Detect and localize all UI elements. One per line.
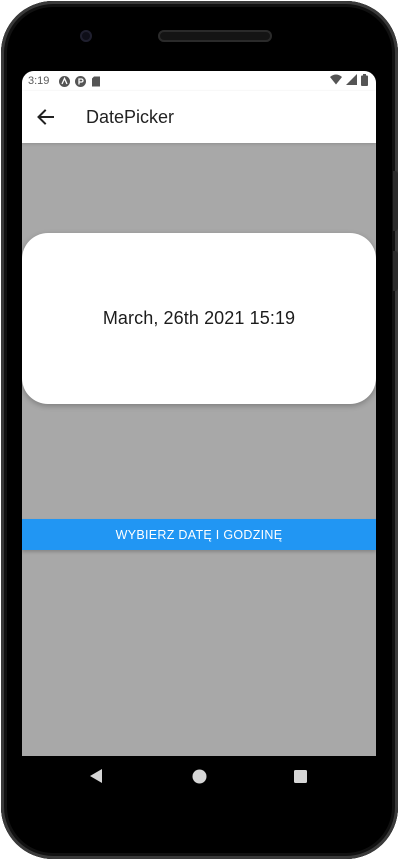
front-camera: [80, 30, 92, 42]
notification-a-icon: [59, 75, 71, 87]
cell-signal-icon: [346, 74, 357, 88]
navigation-bar: [22, 756, 376, 796]
notification-p-icon: [75, 75, 87, 87]
device-stage: 3:19 DatePicker March, 26th 2021 15:19 W…: [0, 0, 403, 863]
recents-square-icon[interactable]: [288, 764, 312, 788]
app-bar: DatePicker: [22, 91, 376, 143]
earpiece-speaker: [158, 30, 272, 42]
home-circle-icon[interactable]: [187, 764, 211, 788]
arrow-back-icon[interactable]: [35, 107, 55, 127]
volume-button: [393, 171, 398, 231]
date-card: March, 26th 2021 15:19: [22, 233, 376, 404]
pick-date-time-button-label: WYBIERZ DATĘ I GODZINĘ: [115, 527, 283, 542]
battery-icon: [361, 73, 368, 89]
wifi-icon: [330, 74, 342, 88]
page-title: DatePicker: [86, 106, 175, 127]
pick-date-time-button[interactable]: WYBIERZ DATĘ I GODZINĘ: [22, 519, 376, 550]
screen: 3:19 DatePicker March, 26th 2021 15:19 W…: [22, 71, 376, 756]
status-time: 3:19: [28, 75, 50, 87]
status-right-icons: [330, 73, 368, 89]
power-button: [393, 251, 398, 291]
status-bar: 3:19: [22, 71, 376, 91]
sd-card-icon: [91, 76, 102, 87]
back-triangle-icon[interactable]: [84, 764, 108, 788]
selected-date-text: March, 26th 2021 15:19: [102, 308, 296, 328]
